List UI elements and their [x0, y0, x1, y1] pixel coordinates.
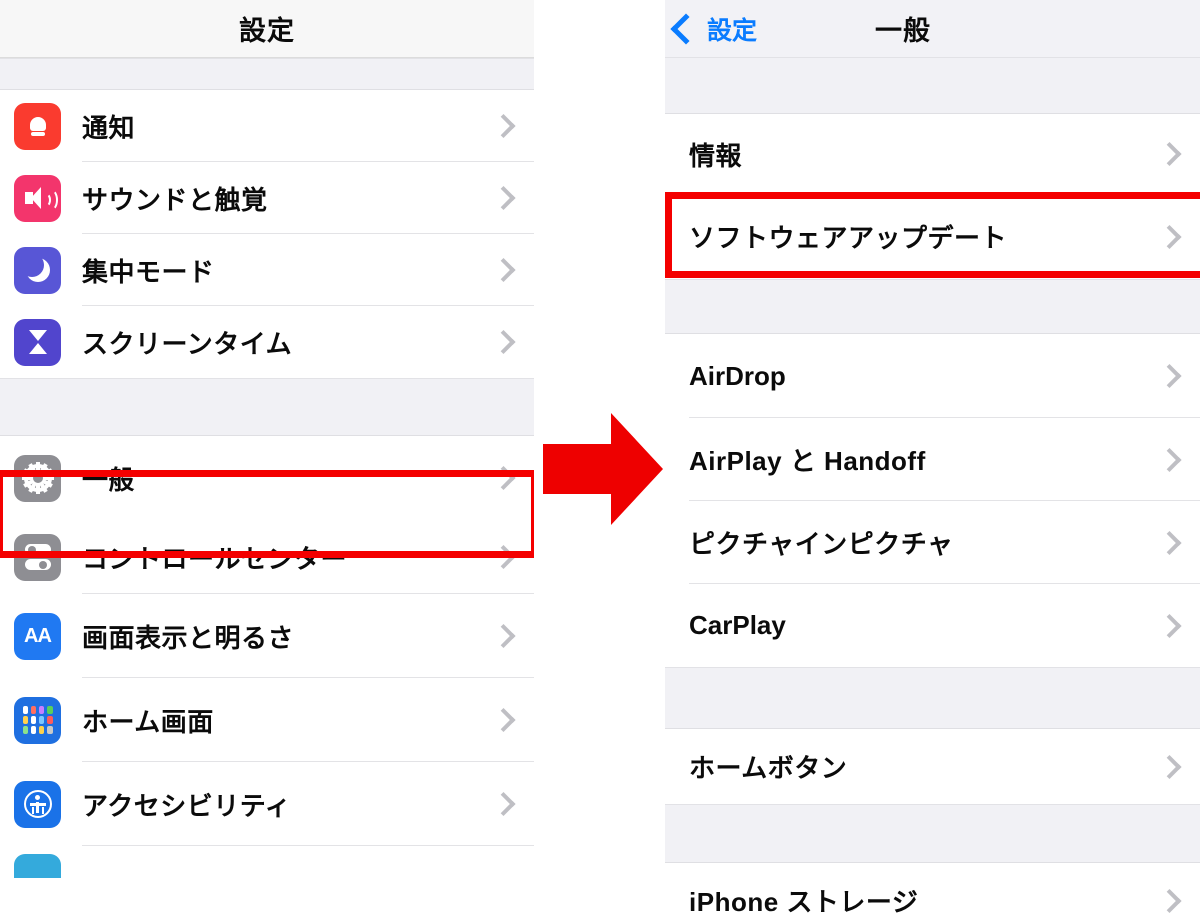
- settings-group-1: 通知 サウンドと触覚 集中モード スクリーンタイム: [0, 90, 534, 378]
- display-brightness-icon: AA: [14, 612, 61, 660]
- section-gap: [665, 279, 1200, 334]
- chevron-right-icon: [1157, 141, 1182, 167]
- list-item-airdrop[interactable]: AirDrop: [665, 334, 1200, 418]
- list-item-label: ホームボタン: [689, 753, 848, 783]
- list-item-airplay-handoff[interactable]: AirPlay と Handoff: [665, 418, 1200, 501]
- list-item-label: iPhone ストレージ: [689, 887, 919, 917]
- sidebar-item-label: 画面表示と明るさ: [82, 622, 295, 653]
- list-item-label: CarPlay: [689, 610, 786, 640]
- sidebar-item-notifications[interactable]: 通知: [0, 90, 534, 162]
- list-item-label: AirDrop: [689, 360, 786, 391]
- chevron-right-icon: [491, 185, 516, 211]
- speaker-icon: [14, 174, 61, 222]
- sidebar-item-accessibility[interactable]: アクセシビリティ: [0, 762, 534, 846]
- chevron-right-icon: [491, 329, 516, 355]
- list-item-software-update[interactable]: ソフトウェアアップデート: [665, 194, 1200, 279]
- list-item-home-button[interactable]: ホームボタン: [665, 729, 1200, 804]
- screenshot-stage: 設定 通知 サウンドと触覚 集中モード スクリーンタイム 一般 コントロールセン…: [0, 0, 1200, 917]
- left-navbar: 設定: [0, 0, 534, 58]
- chevron-right-icon: [491, 544, 516, 570]
- sidebar-item-general[interactable]: 一般: [0, 436, 534, 520]
- chevron-right-icon: [491, 465, 516, 491]
- chevron-right-icon: [1157, 224, 1182, 249]
- settings-root-panel: 設定 通知 サウンドと触覚 集中モード スクリーンタイム 一般 コントロールセン…: [0, 0, 534, 917]
- accessibility-icon: [14, 780, 61, 828]
- sidebar-item-label: サウンドと触覚: [82, 184, 268, 215]
- chevron-right-icon: [1157, 363, 1182, 389]
- sidebar-item-label: スクリーンタイム: [82, 328, 293, 359]
- chevron-right-icon: [1157, 888, 1182, 913]
- section-gap: [0, 378, 534, 436]
- list-item-picture-in-picture[interactable]: ピクチャインピクチャ: [665, 501, 1200, 584]
- chevron-right-icon: [1157, 530, 1182, 555]
- list-item-iphone-storage[interactable]: iPhone ストレージ: [665, 863, 1200, 917]
- sidebar-item-partial[interactable]: [0, 846, 534, 886]
- list-item-carplay[interactable]: CarPlay: [665, 584, 1200, 667]
- sidebar-item-home-screen[interactable]: ホーム画面: [0, 678, 534, 762]
- list-item-about[interactable]: 情報: [665, 114, 1200, 194]
- bell-icon: [14, 102, 61, 150]
- gear-icon: [14, 454, 61, 502]
- section-gap: [665, 667, 1200, 729]
- page-title: 設定: [239, 16, 295, 46]
- chevron-right-icon: [491, 623, 516, 649]
- general-group-4: iPhone ストレージ: [665, 863, 1200, 917]
- general-group-3: ホームボタン: [665, 729, 1200, 804]
- sidebar-item-label: 集中モード: [82, 256, 215, 287]
- settings-group-2: 一般 コントロールセンター AA 画面表示と明るさ ホーム画面 アクセシビリティ: [0, 436, 534, 886]
- section-gap: [665, 804, 1200, 863]
- list-item-label: AirPlay と Handoff: [689, 446, 926, 476]
- chevron-right-icon: [491, 791, 516, 817]
- chevron-right-icon: [1157, 754, 1182, 779]
- sidebar-item-label: 通知: [82, 112, 136, 143]
- control-center-icon: [14, 533, 61, 581]
- wallpaper-icon: [14, 854, 61, 878]
- section-gap: [0, 58, 534, 90]
- hourglass-icon: [14, 318, 61, 366]
- chevron-right-icon: [491, 257, 516, 283]
- list-item-label: ソフトウェアアップデート: [689, 223, 1008, 253]
- sidebar-item-label: アクセシビリティ: [82, 790, 292, 821]
- general-group-2: AirDrop AirPlay と Handoff ピクチャインピクチャ Car…: [665, 334, 1200, 667]
- list-item-label: 情報: [689, 140, 743, 171]
- sidebar-item-control-center[interactable]: コントロールセンター: [0, 520, 534, 594]
- sidebar-item-label: 一般: [82, 464, 136, 495]
- home-screen-icon: [14, 696, 61, 744]
- chevron-right-icon: [491, 113, 516, 139]
- list-item-label: ピクチャインピクチャ: [689, 529, 954, 559]
- moon-icon: [14, 246, 61, 294]
- sidebar-item-sounds-haptics[interactable]: サウンドと触覚: [0, 162, 534, 234]
- general-settings-panel: 設定 一般 情報 ソフトウェアアップデート AirDrop AirPlay と …: [665, 0, 1200, 917]
- chevron-right-icon: [491, 707, 516, 733]
- sidebar-item-display-brightness[interactable]: AA 画面表示と明るさ: [0, 594, 534, 678]
- page-title: 一般: [875, 16, 931, 46]
- section-gap: [665, 57, 1200, 114]
- chevron-right-icon: [1157, 613, 1182, 638]
- sidebar-item-label: ホーム画面: [82, 706, 214, 737]
- chevron-right-icon: [1157, 447, 1182, 472]
- general-group-1: 情報 ソフトウェアアップデート: [665, 114, 1200, 279]
- sidebar-item-label: コントロールセンター: [82, 543, 348, 574]
- sidebar-item-screen-time[interactable]: スクリーンタイム: [0, 306, 534, 378]
- right-navbar: 設定 一般: [665, 0, 1200, 57]
- red-right-arrow: [543, 410, 665, 528]
- sidebar-item-focus[interactable]: 集中モード: [0, 234, 534, 306]
